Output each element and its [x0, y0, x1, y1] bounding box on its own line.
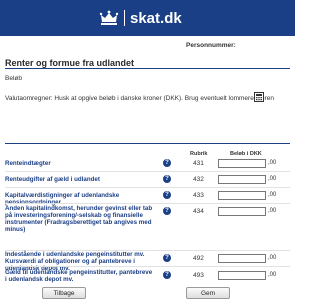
row-label[interactable]: Renteudgifter af gæld i udlandet — [5, 176, 153, 183]
currency-note: Valutaomregner: Husk at opgive beløb i d… — [5, 95, 275, 102]
amount-input[interactable] — [218, 175, 266, 184]
rubrik-number: 434 — [193, 208, 204, 215]
personnummer-label: Personnummer: — [186, 42, 236, 49]
skat-logo[interactable]: skat.dk — [99, 8, 182, 28]
rubrik-number: 492 — [193, 255, 204, 262]
calculator-icon[interactable] — [254, 92, 264, 102]
decimal-suffix: ,00 — [268, 176, 277, 182]
help-icon[interactable]: ? — [163, 159, 171, 167]
amount-input[interactable] — [218, 159, 266, 168]
row-separator — [5, 203, 290, 204]
help-icon[interactable]: ? — [163, 207, 171, 215]
row-separator — [5, 266, 290, 267]
help-icon[interactable]: ? — [163, 175, 171, 183]
amount-input[interactable] — [218, 207, 266, 216]
page-title: Renter og formue fra udlandet — [5, 58, 135, 68]
section-divider — [5, 68, 290, 69]
table-divider — [5, 143, 290, 144]
beloeb-label: Beløb — [5, 75, 22, 82]
crown-icon — [99, 10, 119, 25]
row-label[interactable]: Gæld til udenlandske pengeinstitutter, p… — [5, 269, 153, 283]
back-button[interactable]: Tilbage — [42, 287, 86, 299]
row-separator — [5, 187, 290, 188]
site-header: skat.dk — [0, 0, 295, 36]
decimal-suffix: ,00 — [268, 192, 277, 198]
amount-input[interactable] — [218, 254, 266, 263]
rubrik-number: 433 — [193, 192, 204, 199]
row-label[interactable]: Anden kapitalindkomst, herunder gevinst … — [5, 205, 153, 233]
rubrik-number: 431 — [193, 160, 204, 167]
decimal-suffix: ,00 — [268, 208, 277, 214]
amount-input[interactable] — [218, 271, 266, 280]
column-header-rubrik: Rubrik — [190, 151, 208, 157]
rubrik-number: 432 — [193, 176, 204, 183]
save-button[interactable]: Gem — [186, 287, 230, 299]
rubrik-number: 493 — [193, 272, 204, 279]
logo-text: skat.dk — [130, 9, 182, 27]
decimal-suffix: ,00 — [268, 272, 277, 278]
row-label[interactable]: Renteindtægter — [5, 160, 153, 167]
logo-separator — [124, 10, 125, 26]
column-header-beloeb: Beløb i DKK — [230, 151, 262, 157]
decimal-suffix: ,00 — [268, 255, 277, 261]
help-icon[interactable]: ? — [163, 191, 171, 199]
help-icon[interactable]: ? — [163, 254, 171, 262]
amount-input[interactable] — [218, 191, 266, 200]
help-icon[interactable]: ? — [163, 271, 171, 279]
decimal-suffix: ,00 — [268, 160, 277, 166]
row-separator — [5, 171, 290, 172]
